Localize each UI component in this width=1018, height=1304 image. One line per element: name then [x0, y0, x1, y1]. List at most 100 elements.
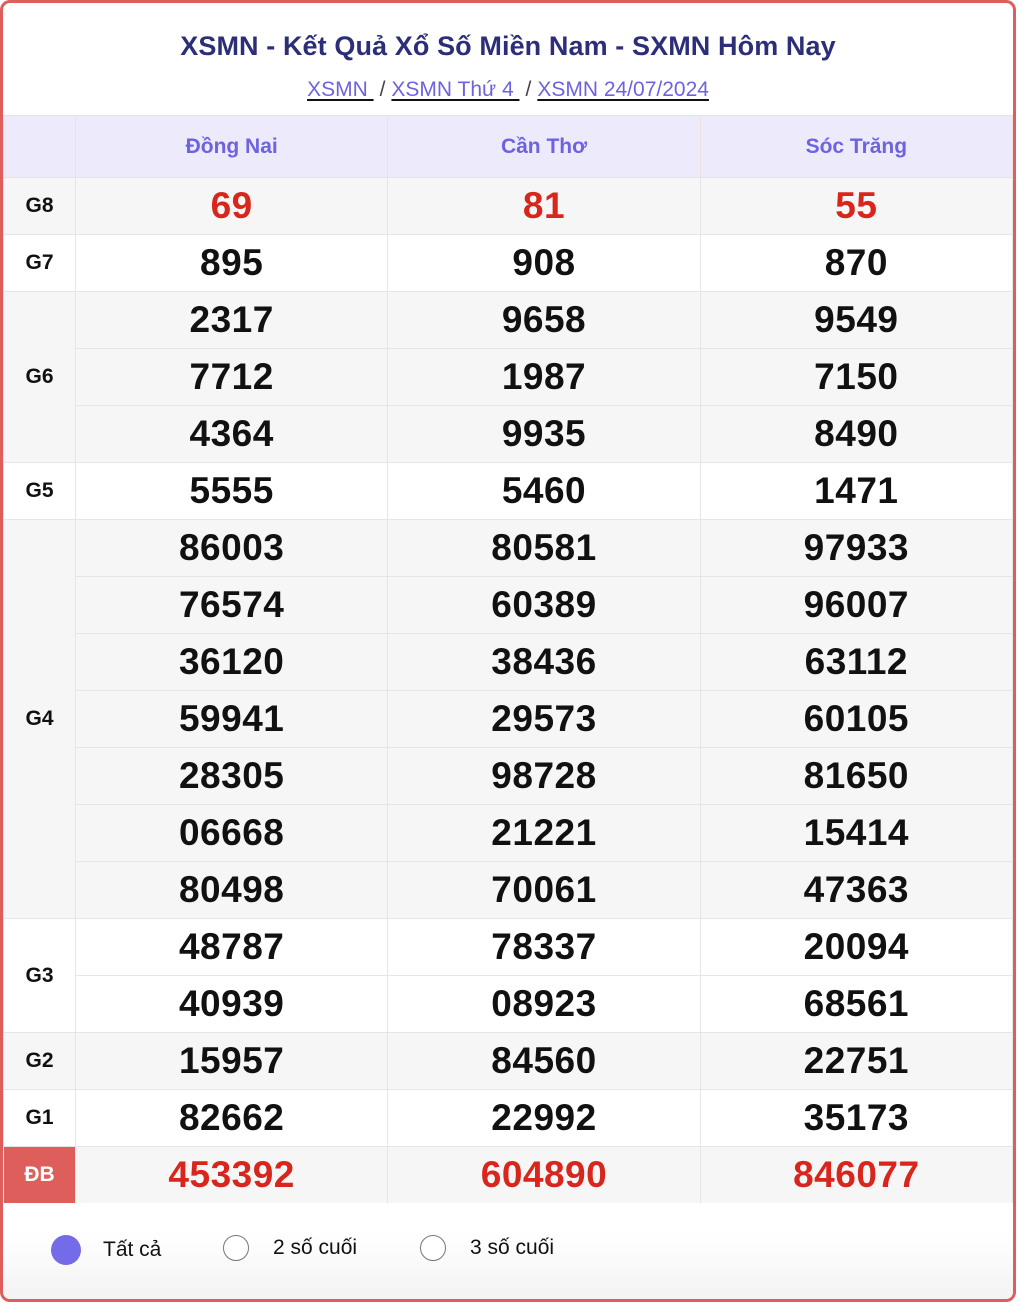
- result-number: 86003: [74, 519, 389, 577]
- result-number: 28305: [74, 747, 389, 805]
- result-number: 15957: [74, 1032, 389, 1090]
- prize-label: G7: [3, 234, 76, 292]
- radio-all[interactable]: Tất cả: [51, 1235, 161, 1265]
- result-number: 06668: [74, 804, 389, 862]
- result-number: 68561: [699, 975, 1013, 1033]
- result-number: 7712: [74, 348, 389, 406]
- result-number: 82662: [74, 1089, 389, 1147]
- result-number: 60105: [699, 690, 1013, 748]
- result-number: 870: [699, 234, 1013, 292]
- result-number: 59941: [74, 690, 389, 748]
- result-number: 80581: [387, 519, 701, 577]
- prize-row-g4: G4 86003 80581 97933: [3, 519, 1013, 919]
- result-number: 97933: [699, 519, 1013, 577]
- prize-row-g4: 36120 38436 63112: [4, 633, 1013, 691]
- prize-row-g3: G3 48787 78337 20094: [3, 918, 1013, 1033]
- result-number: 4364: [74, 405, 389, 463]
- result-number: 846077: [699, 1146, 1013, 1204]
- result-number: 8490: [699, 405, 1013, 463]
- breadcrumb-separator: /: [525, 78, 532, 101]
- result-number: 21221: [387, 804, 701, 862]
- result-number: 55: [699, 177, 1013, 235]
- result-number: 70061: [387, 861, 701, 919]
- result-number: 453392: [74, 1146, 389, 1204]
- prize-row-g1: G1 82662 22992 35173: [3, 1089, 1013, 1147]
- result-number: 81650: [699, 747, 1013, 805]
- result-number: 9658: [387, 291, 701, 349]
- radio-last-2-digits[interactable]: 2 số cuối: [223, 1235, 357, 1261]
- result-number: 47363: [699, 861, 1013, 919]
- result-number: 48787: [74, 918, 389, 976]
- prize-row-g4: 59941 29573 60105: [4, 690, 1013, 748]
- breadcrumb-separator: /: [379, 78, 386, 101]
- prize-label: G5: [3, 462, 76, 520]
- prize-row-g6: 4364 9935 8490: [4, 405, 1013, 463]
- prize-row-g4: 06668 21221 15414: [4, 804, 1013, 862]
- prize-row-g6: 7712 1987 7150: [4, 348, 1013, 406]
- result-number: 15414: [699, 804, 1013, 862]
- prize-row-g2: G2 15957 84560 22751: [3, 1032, 1013, 1090]
- result-number: 84560: [387, 1032, 701, 1090]
- result-number: 22751: [699, 1032, 1013, 1090]
- radio-unselected-icon[interactable]: [223, 1235, 249, 1261]
- prize-label: ĐB: [3, 1146, 76, 1204]
- province-header-dong-nai[interactable]: Đồng Nai: [74, 115, 389, 178]
- radio-label: 3 số cuối: [470, 1236, 555, 1259]
- breadcrumb-link-xsmn-thu-4[interactable]: XSMN Thứ 4: [391, 78, 519, 101]
- prize-column-header: [3, 115, 76, 178]
- prize-row-g4: 28305 98728 81650: [4, 747, 1013, 805]
- prize-row-g4: 80498 70061 47363: [4, 861, 1013, 919]
- result-number: 98728: [387, 747, 701, 805]
- radio-last-3-digits[interactable]: 3 số cuối: [420, 1235, 554, 1261]
- result-number: 08923: [387, 975, 701, 1033]
- result-number: 2317: [74, 291, 389, 349]
- result-number: 76574: [74, 576, 389, 634]
- results-panel: XSMN - Kết Quả Xổ Số Miền Nam - SXMN Hôm…: [0, 0, 1016, 1302]
- prize-label: G3: [3, 918, 76, 1033]
- result-number: 9549: [699, 291, 1013, 349]
- breadcrumb-link-xsmn[interactable]: XSMN: [307, 78, 374, 101]
- result-number: 60389: [387, 576, 701, 634]
- table-header-row: Đồng Nai Cần Thơ Sóc Trăng: [3, 115, 1013, 178]
- result-number: 80498: [74, 861, 389, 919]
- prize-label: G1: [3, 1089, 76, 1147]
- result-number: 81: [387, 177, 701, 235]
- breadcrumb: XSMN / XSMN Thứ 4 /XSMN 24/07/2024: [3, 78, 1013, 102]
- result-number: 38436: [387, 633, 701, 691]
- result-number: 1987: [387, 348, 701, 406]
- result-number: 40939: [74, 975, 389, 1033]
- result-number: 36120: [74, 633, 389, 691]
- prize-label: G4: [3, 519, 76, 919]
- prize-row-g7: G7 895 908 870: [3, 234, 1013, 292]
- result-number: 9935: [387, 405, 701, 463]
- result-number: 7150: [699, 348, 1013, 406]
- result-number: 22992: [387, 1089, 701, 1147]
- result-number: 63112: [699, 633, 1013, 691]
- display-filter: Tất cả 2 số cuối 3 số cuối: [3, 1203, 1013, 1299]
- result-number: 895: [74, 234, 389, 292]
- prize-row-db: ĐB 453392 604890 846077: [3, 1146, 1013, 1204]
- radio-label: 2 số cuối: [273, 1236, 358, 1259]
- result-number: 29573: [387, 690, 701, 748]
- results-table: Đồng Nai Cần Thơ Sóc Trăng G8 69 81 55 G7 895…: [3, 115, 1013, 1204]
- prize-row-g4: 76574 60389 96007: [4, 576, 1013, 634]
- prize-label: G2: [3, 1032, 76, 1090]
- province-header-can-tho[interactable]: Cần Thơ: [387, 115, 701, 178]
- radio-selected-icon[interactable]: [51, 1235, 81, 1265]
- result-number: 5460: [387, 462, 701, 520]
- result-number: 5555: [74, 462, 389, 520]
- breadcrumb-link-xsmn-date[interactable]: XSMN 24/07/2024: [537, 78, 709, 101]
- page-title: XSMN - Kết Quả Xổ Số Miền Nam - SXMN Hôm…: [180, 31, 836, 61]
- province-header-soc-trang: Sóc Trăng: [699, 115, 1013, 178]
- prize-row-g6: G6 2317 9658 9549: [3, 291, 1013, 463]
- prize-row-g3: 40939 08923 68561: [4, 975, 1013, 1033]
- result-number: 20094: [699, 918, 1013, 976]
- prize-row-g5: G5 5555 5460 1471: [3, 462, 1013, 520]
- prize-row-g8: G8 69 81 55: [3, 177, 1013, 235]
- radio-label: Tất cả: [103, 1238, 162, 1261]
- prize-label: G6: [3, 291, 76, 463]
- prize-label: G8: [3, 177, 76, 235]
- result-number: 69: [74, 177, 389, 235]
- radio-unselected-icon[interactable]: [420, 1235, 446, 1261]
- result-number: 35173: [699, 1089, 1013, 1147]
